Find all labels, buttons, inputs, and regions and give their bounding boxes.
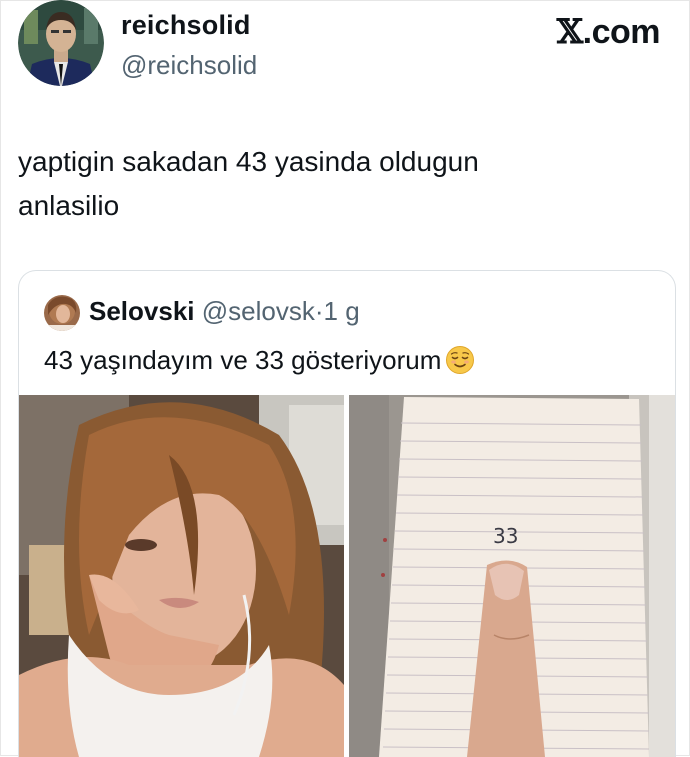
author-handle[interactable]: @reichsolid (121, 50, 257, 81)
author-avatar[interactable] (18, 0, 104, 86)
x-brand-label: 𝕏.com (556, 12, 661, 52)
tweet-text-line: yaptigin sakadan 43 yasinda oldugun (18, 146, 479, 177)
meta-separator: · (314, 296, 324, 326)
quoted-post-header: Selovski @selovsk·1 g (89, 296, 360, 327)
quoted-post-text: 43 yaşındayım ve 33 gösteriyorum (44, 345, 442, 375)
x-logo-icon: 𝕏 (556, 12, 583, 52)
quoted-post-time[interactable]: 1 g (324, 296, 360, 326)
tweet-text-line: anlasilio (18, 190, 120, 221)
brand-text: .com (582, 13, 661, 51)
quoted-post-text-row: 43 yaşındayım ve 33 gösteriyorum (44, 345, 475, 382)
quoted-author-handle[interactable]: @selovsk (202, 296, 315, 326)
quoted-author-name[interactable]: Selovski (89, 296, 195, 326)
selfie-photo[interactable] (19, 395, 344, 757)
notebook-number: 33 (493, 524, 518, 548)
tweet-text: yaptigin sakadan 43 yasinda oldugun anla… (18, 140, 658, 228)
relieved-face-icon (445, 345, 475, 382)
notebook-photo[interactable]: 33 (349, 395, 675, 757)
quoted-author-avatar[interactable] (44, 295, 80, 331)
quoted-post[interactable]: Selovski @selovsk·1 g 43 yaşındayım ve 3… (18, 270, 676, 757)
author-display-name[interactable]: reichsolid (121, 10, 251, 41)
